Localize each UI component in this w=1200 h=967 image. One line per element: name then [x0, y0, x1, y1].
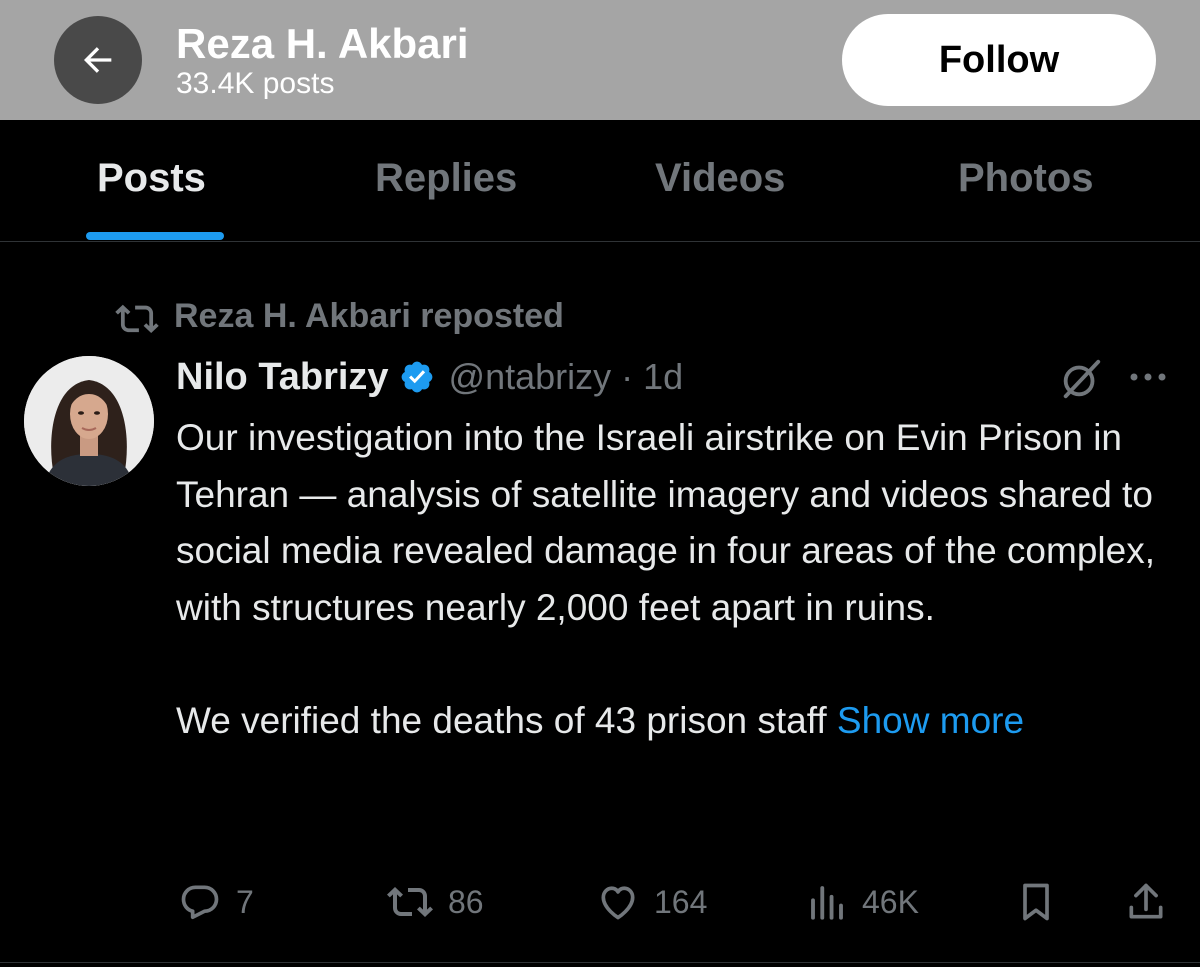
divider	[0, 962, 1200, 963]
share-icon	[1129, 883, 1163, 919]
verified-badge-icon	[399, 359, 435, 395]
repost-indicator[interactable]: Reza H. Akbari reposted	[114, 297, 564, 336]
author-row: Nilo Tabrizy @ntabrizy · 1d	[176, 354, 683, 400]
tab-videos[interactable]: Videos	[655, 156, 785, 201]
like-count: 164	[654, 883, 708, 920]
arrow-left-icon	[84, 47, 112, 73]
profile-header: Reza H. Akbari 33.4K posts Follow	[0, 0, 1200, 120]
tab-photos[interactable]: Photos	[958, 156, 1094, 201]
post-paragraph-text: We verified the deaths of 43 prison staf…	[176, 699, 827, 741]
profile-name: Reza H. Akbari	[176, 20, 469, 67]
author-avatar[interactable]	[24, 356, 154, 486]
views-count: 46K	[862, 883, 919, 920]
post-count: 33.4K posts	[176, 67, 335, 100]
more-options-icon[interactable]	[1128, 362, 1168, 397]
heart-icon	[601, 886, 635, 920]
tab-replies[interactable]: Replies	[375, 156, 517, 201]
repost-icon	[387, 887, 433, 917]
reply-count: 7	[236, 883, 254, 920]
repost-icon	[115, 304, 159, 333]
post-paragraph: We verified the deaths of 43 prison staf…	[176, 693, 1166, 750]
views-button[interactable]: 46K	[806, 878, 919, 926]
show-more-link[interactable]: Show more	[837, 700, 1024, 741]
repost-count: 86	[448, 883, 484, 920]
author-name[interactable]: Nilo Tabrizy	[176, 356, 389, 399]
follow-button[interactable]: Follow	[842, 14, 1156, 106]
views-icon	[811, 886, 843, 920]
author-handle-time[interactable]: @ntabrizy · 1d	[449, 356, 684, 398]
active-tab-indicator	[86, 232, 224, 240]
reply-button[interactable]: 7	[178, 878, 254, 926]
post-paragraph: Our investigation into the Israeli airst…	[176, 417, 1155, 628]
reply-icon	[181, 885, 219, 920]
like-button[interactable]: 164	[596, 878, 707, 926]
bookmark-icon	[1023, 883, 1049, 921]
post-text: Our investigation into the Israeli airst…	[176, 410, 1166, 749]
share-button[interactable]	[1124, 878, 1168, 926]
grok-icon[interactable]	[1058, 356, 1104, 407]
tab-posts[interactable]: Posts	[97, 156, 206, 201]
bookmark-button[interactable]	[1014, 878, 1058, 926]
repost-label: Reza H. Akbari reposted	[174, 297, 564, 335]
back-button[interactable]	[54, 16, 142, 104]
repost-button[interactable]: 86	[386, 878, 484, 926]
profile-tabs: Posts Replies Videos Photos	[0, 120, 1200, 242]
